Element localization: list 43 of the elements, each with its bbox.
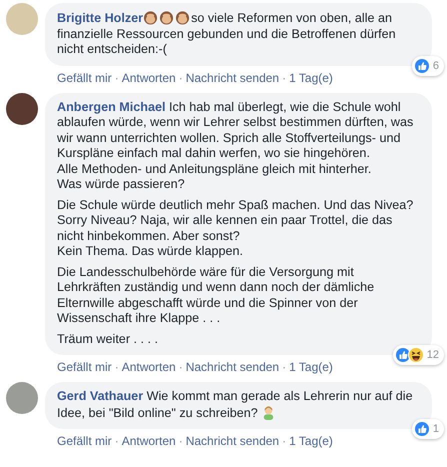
action-link[interactable]: Gefällt mir: [57, 70, 112, 84]
action-link[interactable]: Nachricht senden: [186, 434, 280, 448]
reaction-number: 12: [426, 349, 439, 361]
comment-text: Die Landesschulbehörde wäre für die Versorgung mit Lehrkräften zuständig und wenn dann noch der dämliche Elternwille abgeschafft würde und die Spinner von der Wissenschaft ihre Klappe . . .: [57, 264, 376, 326]
reaction-count[interactable]: 1: [412, 419, 444, 439]
laughing-face-icon: [408, 347, 424, 363]
separator-dot: ·: [282, 434, 286, 448]
action-link[interactable]: Antworten: [122, 70, 176, 84]
action-link[interactable]: Nachricht senden: [186, 70, 280, 84]
comment-text: Träum weiter . . . .: [57, 332, 160, 347]
like-icon: [414, 58, 430, 74]
reaction-count[interactable]: 12: [392, 345, 444, 365]
separator-dot: ·: [178, 70, 183, 84]
action-link[interactable]: Nachricht senden: [186, 360, 280, 374]
author-name: Gerd Vathauer: [57, 389, 144, 403]
comment-text: Die Schule würde deutlich mehr Spaß machen. Und das Nivea? Sorry Niveau? Naja, wir alle kennen ein paar Trottel, die das nicht hinbekommen. Aber sonst? Kein Thema. Das würde klappen.: [57, 198, 414, 260]
action-link[interactable]: Antworten: [122, 360, 176, 374]
separator-dot: ·: [178, 360, 183, 374]
action-link[interactable]: 1 Tag(e): [289, 70, 333, 84]
action-link[interactable]: Gefällt mir: [57, 360, 112, 374]
action-link[interactable]: Antworten: [122, 434, 176, 448]
comment-text: Brigitte Holzer so viele Reformen von oben, alle an finanzielle Ressourcen gebunden und die Betroffenen dürfen nicht entscheiden:-(: [57, 10, 397, 58]
separator-dot: ·: [282, 70, 286, 84]
separator-dot: ·: [114, 434, 119, 448]
author-name: Anbergen Michael: [57, 100, 166, 114]
like-icon: [414, 421, 430, 437]
author-name: Brigitte Holzer: [57, 11, 144, 25]
monkey-emoji-icon: [143, 10, 158, 25]
comment-text: Gerd Vathauer Wie kommt man gerade als Lehrerin nur auf die Idee, bei "Bild online" zu schreiben?: [57, 389, 414, 421]
comment-text: Anbergen Michael Ich hab mal überlegt, wie die Schule wohl ablaufen würde, wenn wir Lehrer selbst bestimmen dürften, was wir wann unterrichten wollen. Sprich alle Stoffverteilungs- und Kurspläne einfach mal dahin werfen, wo sie hingehören. Alle Methoden- und Anleitungspläne gleich mit hinterher. Was würde passieren?: [57, 100, 414, 192]
monkey-emoji-icon: [159, 10, 174, 25]
action-link[interactable]: 1 Tag(e): [289, 434, 333, 448]
separator-dot: ·: [282, 360, 286, 374]
reaction-number: 1: [432, 423, 439, 435]
reaction-number: 6: [432, 60, 439, 72]
action-link[interactable]: Gefällt mir: [57, 434, 112, 448]
separator-dot: ·: [178, 434, 183, 448]
avatar[interactable]: [6, 92, 38, 124]
action-link[interactable]: 1 Tag(e): [289, 360, 333, 374]
separator-dot: ·: [114, 360, 119, 374]
reaction-count[interactable]: 6: [412, 56, 444, 76]
monkey-emoji-icon: [175, 10, 190, 25]
separator-dot: ·: [114, 70, 119, 84]
